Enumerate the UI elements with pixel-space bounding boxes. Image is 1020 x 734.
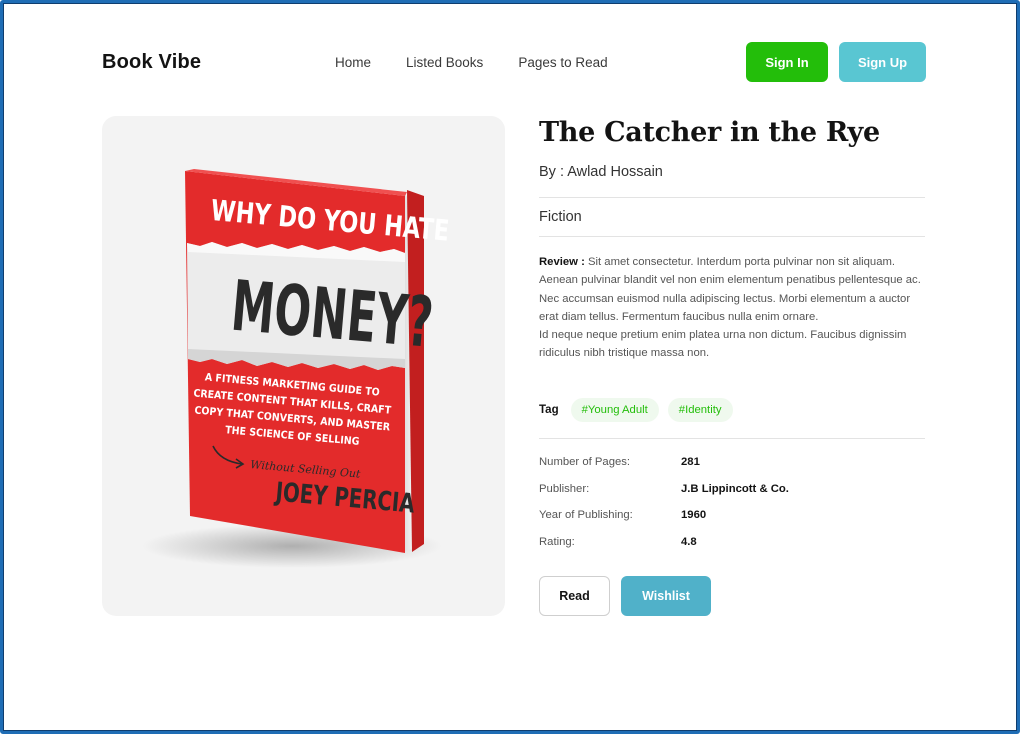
tag-young-adult[interactable]: #Young Adult [570,398,659,422]
browser-frame: Book Vibe Home Listed Books Pages to Rea… [0,0,1020,734]
divider [539,236,925,237]
tag-identity[interactable]: #Identity [667,398,733,422]
fact-label: Publisher: [539,482,590,495]
fact-value: 281 [681,456,700,468]
book-cover-image: WHY DO YOU HATE MONEY? A FITNESS MARKETI… [142,169,450,568]
nav-pages-to-read[interactable]: Pages to Read [518,55,607,70]
divider [539,197,925,198]
tag-row: Tag #Young Adult #Identity [539,398,742,422]
review-label: Review : [539,256,585,268]
nav-home[interactable]: Home [335,55,371,70]
book-front-cover: WHY DO YOU HATE MONEY? A FITNESS MARKETI… [185,169,450,553]
book-review: Review : Sit amet consectetur. Interdum … [539,253,925,363]
review-text: Sit amet consectetur. Interdum porta pul… [539,256,921,323]
review-text-2: Id neque neque pretium enim platea urna … [539,329,907,360]
main-nav: Home Listed Books Pages to Read [335,55,608,70]
fact-label: Year of Publishing: [539,509,633,522]
divider [539,438,925,439]
fact-label: Number of Pages: [539,456,631,468]
fact-value: 4.8 [681,536,697,549]
fact-value: 1960 [681,509,707,522]
book-author: By : Awlad Hossain [539,164,663,180]
wishlist-button[interactable]: Wishlist [621,576,711,616]
fact-label: Rating: [539,536,575,549]
sign-in-button[interactable]: Sign In [746,42,828,82]
book-cover-card: WHY DO YOU HATE MONEY? A FITNESS MARKETI… [102,116,505,616]
nav-listed-books[interactable]: Listed Books [406,55,483,70]
read-button[interactable]: Read [539,576,610,616]
brand-logo[interactable]: Book Vibe [102,51,201,74]
book-genre: Fiction [539,209,582,225]
fact-value: J.B Lippincott & Co. [681,482,789,495]
sign-up-button[interactable]: Sign Up [839,42,926,82]
tag-label: Tag [539,404,559,416]
book-title: The Catcher in the Rye [539,117,880,148]
